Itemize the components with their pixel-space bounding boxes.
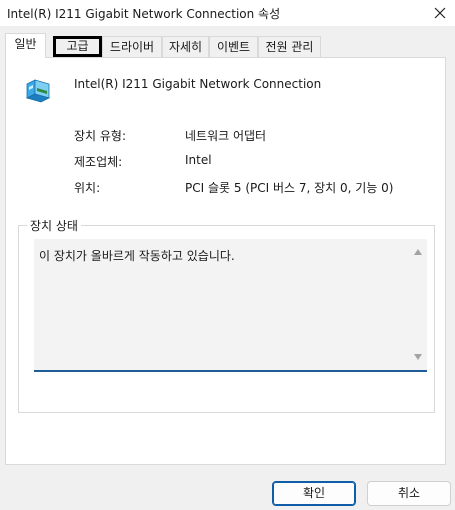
close-button[interactable] [425,0,455,26]
general-tab-panel: Intel(R) I211 Gigabit Network Connection… [5,57,446,465]
device-status-text: 이 장치가 올바르게 작동하고 있습니다. [39,249,235,263]
device-type-value: 네트워크 어댑터 [185,129,267,143]
scroll-up-arrow-icon[interactable] [414,249,422,255]
device-type-label: 장치 유형: [74,129,127,143]
device-status-textbox[interactable]: 이 장치가 올바르게 작동하고 있습니다. [34,239,427,372]
device-name: Intel(R) I211 Gigabit Network Connection [74,77,322,91]
location-value: PCI 슬롯 5 (PCI 버스 7, 장치 0, 기능 0) [185,181,394,195]
device-status-group: 장치 상태 이 장치가 올바르게 작동하고 있습니다. [18,217,435,413]
window-title: Intel(R) I211 Gigabit Network Connection… [7,7,281,21]
status-scrollbar[interactable] [410,239,427,370]
title-bar: Intel(R) I211 Gigabit Network Connection… [0,0,455,26]
network-adapter-icon [25,79,51,103]
tab-driver[interactable]: 드라이버 [102,36,162,57]
tab-details[interactable]: 자세히 [162,36,209,57]
scroll-down-arrow-icon[interactable] [414,354,422,360]
manufacturer-label: 제조업체: [74,155,123,169]
cancel-button[interactable]: 취소 [367,481,451,506]
location-label: 위치: [74,181,101,195]
tab-events[interactable]: 이벤트 [209,36,258,57]
device-status-title: 장치 상태 [27,217,81,234]
tab-strip: 일반 고급 드라이버 자세히 이벤트 전원 관리 [5,33,450,58]
close-icon [434,7,446,19]
ok-button[interactable]: 확인 [272,481,356,506]
tab-power-management[interactable]: 전원 관리 [258,36,321,57]
tab-advanced[interactable]: 고급 [53,36,102,57]
manufacturer-value: Intel [185,153,212,167]
tab-general[interactable]: 일반 [5,33,46,58]
